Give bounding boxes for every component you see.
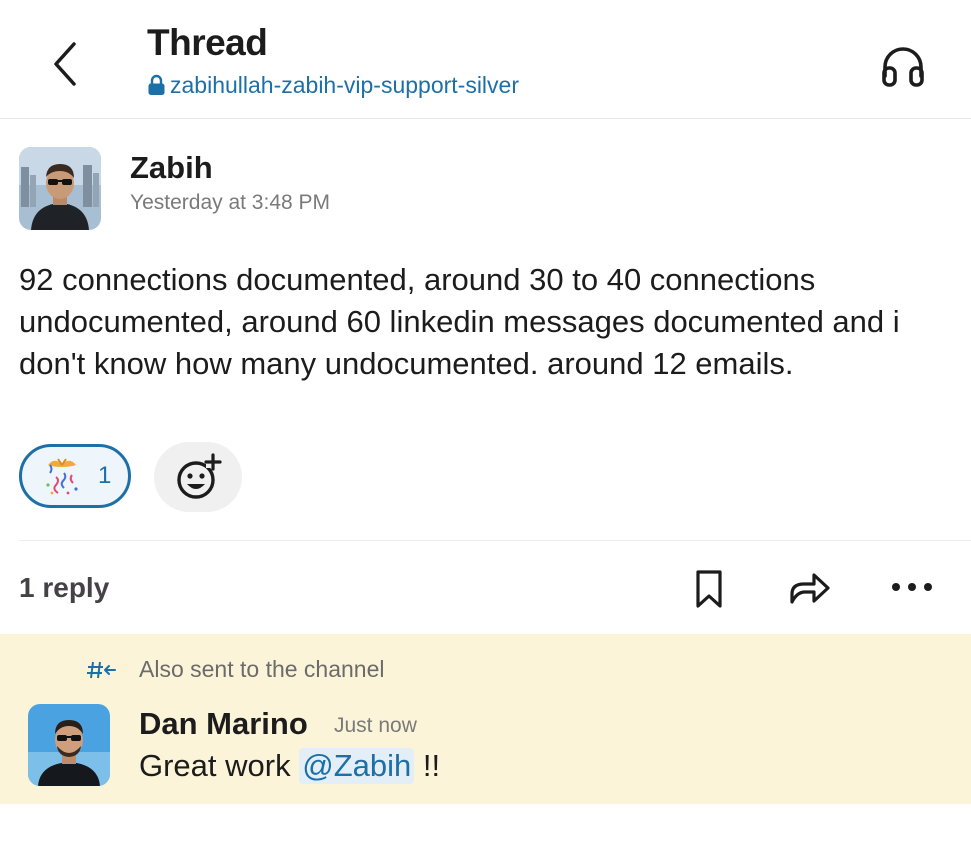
reply-author[interactable]: Dan Marino <box>139 706 308 742</box>
huddle-button[interactable] <box>878 44 928 90</box>
reply-count: 1 reply <box>19 572 110 603</box>
page-title: Thread <box>147 22 268 63</box>
message-author[interactable]: Zabih <box>130 150 213 186</box>
profile-photo <box>28 704 110 786</box>
add-reaction-button[interactable] <box>154 442 242 512</box>
thread-header: Thread zabihullah-zabih-vip-support-silv… <box>0 0 971 119</box>
headphones-icon <box>882 47 924 87</box>
reply-text-end: !! <box>414 748 441 783</box>
back-button[interactable] <box>40 36 90 92</box>
also-sent-row: Also sent to the channel <box>87 656 385 683</box>
add-emoji-icon <box>177 453 222 499</box>
more-horizontal-icon[interactable] <box>890 580 934 594</box>
reply-text: Great work @Zabih !! <box>139 748 440 784</box>
channel-link[interactable]: zabihullah-zabih-vip-support-silver <box>147 71 519 99</box>
profile-photo <box>19 147 101 230</box>
reaction-count: 1 <box>98 462 112 489</box>
avatar-dan-marino[interactable] <box>28 704 110 786</box>
message-text: 92 connections documented, around 30 to … <box>19 262 900 381</box>
share-forward-icon[interactable] <box>788 570 832 606</box>
reply-text-start: Great work <box>139 748 300 783</box>
user-mention[interactable]: @Zabih <box>299 748 415 784</box>
hash-arrow-icon <box>87 661 116 678</box>
avatar-zabih[interactable] <box>19 147 101 230</box>
confetti-ball-icon <box>46 458 78 495</box>
channel-name: zabihullah-zabih-vip-support-silver <box>170 71 519 98</box>
reaction-confetti[interactable]: 1 <box>19 444 131 508</box>
also-sent-label: Also sent to the channel <box>139 656 385 682</box>
divider <box>19 540 971 541</box>
lock-icon <box>148 74 165 95</box>
chevron-left-icon <box>54 42 76 86</box>
bookmark-icon[interactable] <box>694 569 724 609</box>
message-timestamp: Yesterday at 3:48 PM <box>130 191 331 214</box>
reply-timestamp: Just now <box>334 714 417 737</box>
reply-message: Also sent to the channel Dan Marino Just… <box>0 634 971 804</box>
